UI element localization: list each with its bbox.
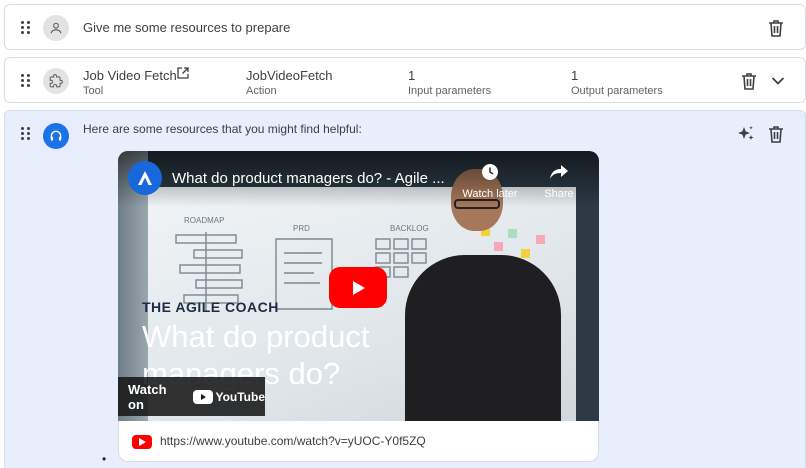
watch-later-button[interactable]: Watch later xyxy=(456,163,524,203)
agent-message-text: Here are some resources that you might f… xyxy=(83,122,362,136)
user-avatar-icon xyxy=(43,15,69,41)
action-label: Action xyxy=(246,85,277,97)
youtube-icon xyxy=(132,435,152,449)
watch-on-youtube-button[interactable]: Watch on YouTube xyxy=(118,377,265,416)
input-label: Input parameters xyxy=(408,85,492,97)
open-in-new-icon[interactable] xyxy=(175,65,191,81)
tool-call-card[interactable]: Job Video Fetch Tool JobVideoFetch Actio… xyxy=(4,57,806,103)
headset-icon xyxy=(43,123,69,149)
output-label: Output parameters xyxy=(571,85,663,97)
share-icon xyxy=(550,165,568,179)
drag-handle-icon[interactable] xyxy=(21,74,31,88)
youtube-logo-icon: YouTube xyxy=(193,389,265,404)
tool-name: Job Video Fetch xyxy=(83,68,177,83)
clock-icon xyxy=(482,164,498,180)
share-label: Share xyxy=(544,188,574,200)
watch-on-label: Watch on xyxy=(128,381,167,412)
action-value: JobVideoFetch xyxy=(246,68,333,83)
delete-icon[interactable] xyxy=(738,70,760,92)
youtube-brand-label: YouTube xyxy=(215,389,265,404)
overlay-headline-1: What do product xyxy=(142,319,370,354)
whiteboard-backlog-label: BACKLOG xyxy=(390,224,429,233)
whiteboard-prd-label: PRD xyxy=(293,224,310,233)
user-message-text: Give me some resources to prepare xyxy=(83,20,291,35)
presenter-body xyxy=(405,255,561,422)
video-title[interactable]: What do product managers do? - Agile ... xyxy=(172,170,445,187)
overlay-kicker: THE AGILE COACH xyxy=(142,299,279,315)
video-url-link[interactable]: https://www.youtube.com/watch?v=yUOC-Y0f… xyxy=(160,434,426,448)
play-button[interactable] xyxy=(329,267,387,308)
user-message-card: Give me some resources to prepare xyxy=(4,4,806,50)
list-bullet: • xyxy=(102,452,107,466)
input-count: 1 xyxy=(408,68,416,83)
delete-icon[interactable] xyxy=(765,17,787,39)
output-count: 1 xyxy=(571,68,579,83)
drag-handle-icon[interactable] xyxy=(21,127,31,141)
chevron-down-icon[interactable] xyxy=(767,70,789,92)
extension-icon xyxy=(43,68,69,94)
channel-logo-icon[interactable] xyxy=(128,161,162,195)
video-link-bar[interactable]: https://www.youtube.com/watch?v=yUOC-Y0f… xyxy=(118,421,599,462)
drag-handle-icon[interactable] xyxy=(21,21,31,35)
play-icon xyxy=(353,280,365,295)
watch-later-label: Watch later xyxy=(462,188,518,200)
tool-type-label: Tool xyxy=(83,85,104,97)
share-button[interactable]: Share xyxy=(536,163,582,203)
whiteboard-roadmap-label: ROADMAP xyxy=(184,216,224,225)
delete-icon[interactable] xyxy=(765,123,787,145)
sparkle-icon[interactable] xyxy=(735,123,757,145)
youtube-video-embed[interactable]: ROADMAP PRD BACKLOG What do product mana… xyxy=(118,151,599,422)
